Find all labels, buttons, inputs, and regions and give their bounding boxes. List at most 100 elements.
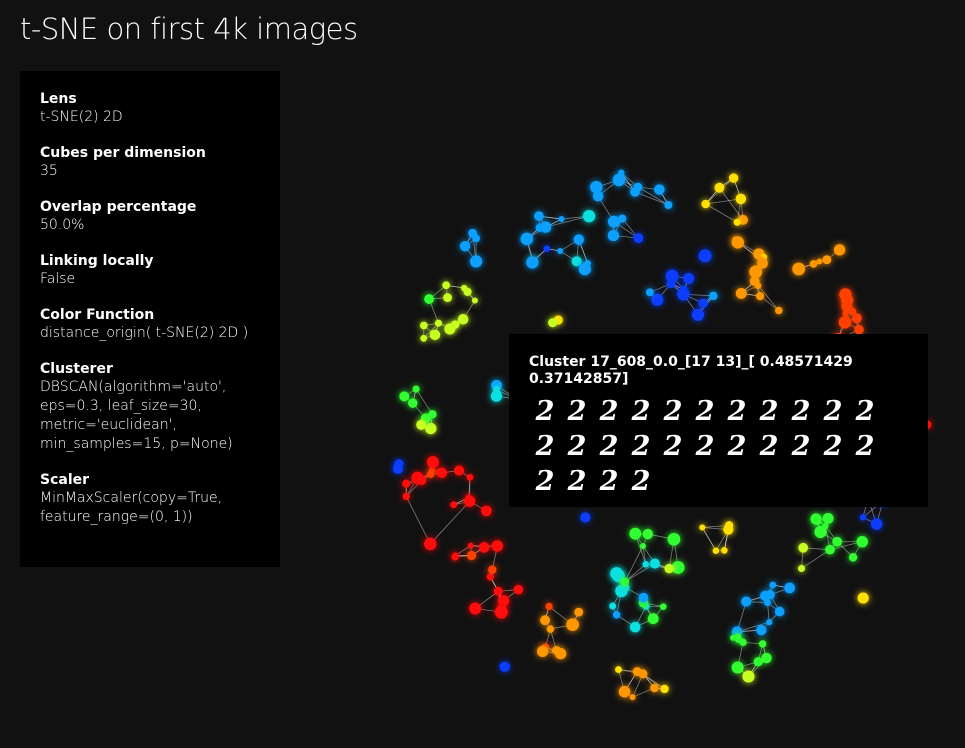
graph-node[interactable] — [629, 621, 641, 633]
graph-node[interactable] — [612, 173, 626, 187]
graph-node[interactable] — [701, 199, 710, 209]
graph-node[interactable] — [839, 288, 852, 301]
graph-node[interactable] — [618, 685, 631, 698]
graph-node[interactable] — [451, 553, 459, 561]
graph-node[interactable] — [733, 218, 741, 226]
graph-node[interactable] — [851, 313, 862, 324]
graph-node[interactable] — [520, 232, 534, 246]
graph-node[interactable] — [699, 524, 706, 531]
graph-node[interactable] — [615, 666, 622, 674]
graph-node[interactable] — [425, 422, 437, 435]
graph-node[interactable] — [856, 535, 868, 548]
graph-node[interactable] — [467, 542, 474, 549]
graph-node[interactable] — [712, 547, 720, 555]
graph-node[interactable] — [822, 255, 832, 265]
graph-node[interactable] — [537, 645, 549, 658]
graph-node[interactable] — [498, 595, 510, 607]
graph-node[interactable] — [491, 540, 504, 552]
graph-node[interactable] — [629, 527, 642, 540]
graph-node[interactable] — [402, 479, 411, 488]
graph-node[interactable] — [469, 255, 483, 268]
graph-node[interactable] — [629, 694, 636, 701]
graph-node[interactable] — [741, 596, 752, 607]
graph-node[interactable] — [590, 180, 603, 194]
graph-node[interactable] — [540, 221, 552, 233]
graph-node[interactable] — [417, 475, 427, 485]
graph-node[interactable] — [761, 652, 772, 664]
graph-node[interactable] — [399, 391, 410, 402]
graph-node[interactable] — [764, 599, 771, 607]
graph-node[interactable] — [642, 561, 650, 568]
graph-node[interactable] — [798, 542, 809, 553]
graph-node[interactable] — [442, 281, 451, 290]
graph-node[interactable] — [671, 561, 685, 574]
graph-node[interactable] — [691, 308, 705, 321]
graph-node[interactable] — [436, 467, 448, 479]
graph-node[interactable] — [607, 229, 620, 242]
graph-node[interactable] — [667, 532, 681, 546]
graph-node[interactable] — [466, 550, 477, 561]
graph-node[interactable] — [526, 256, 539, 269]
graph-node[interactable] — [660, 684, 669, 694]
graph-node[interactable] — [659, 603, 667, 610]
graph-node[interactable] — [454, 465, 465, 476]
graph-node[interactable] — [448, 323, 455, 330]
graph-node[interactable] — [857, 592, 869, 604]
graph-node[interactable] — [677, 288, 690, 301]
graph-node[interactable] — [471, 297, 478, 304]
graph-node[interactable] — [765, 590, 775, 600]
graph-node[interactable] — [638, 669, 648, 679]
graph-node[interactable] — [774, 606, 785, 617]
graph-node[interactable] — [534, 211, 544, 221]
graph-node[interactable] — [731, 661, 744, 674]
graph-node[interactable] — [810, 513, 822, 525]
graph-node[interactable] — [540, 615, 550, 626]
graph-node[interactable] — [488, 565, 497, 574]
graph-node[interactable] — [486, 573, 494, 581]
graph-node[interactable] — [822, 512, 834, 524]
graph-node[interactable] — [493, 586, 503, 596]
graph-node[interactable] — [755, 291, 765, 301]
graph-node[interactable] — [481, 505, 492, 517]
graph-node[interactable] — [618, 214, 627, 223]
graph-node[interactable] — [459, 240, 471, 252]
graph-node[interactable] — [633, 233, 644, 243]
graph-node[interactable] — [450, 501, 458, 509]
graph-node[interactable] — [408, 398, 418, 408]
graph-node[interactable] — [464, 495, 476, 507]
graph-node[interactable] — [429, 329, 441, 341]
graph-node[interactable] — [638, 592, 649, 603]
graph-node[interactable] — [825, 544, 835, 555]
graph-node[interactable] — [612, 611, 621, 619]
graph-node[interactable] — [543, 245, 551, 252]
graph-node[interactable] — [573, 234, 584, 245]
graph-node[interactable] — [620, 577, 630, 587]
graph-node[interactable] — [557, 248, 564, 255]
graph-node[interactable] — [723, 524, 734, 535]
graph-node[interactable] — [739, 638, 747, 647]
graph-node[interactable] — [728, 173, 739, 183]
graph-node[interactable] — [742, 670, 755, 683]
graph-node[interactable] — [402, 492, 410, 501]
graph-node[interactable] — [792, 262, 806, 276]
graph-node[interactable] — [709, 291, 718, 301]
graph-node[interactable] — [651, 293, 664, 306]
graph-node[interactable] — [809, 260, 818, 268]
graph-node[interactable] — [419, 321, 428, 330]
graph-node[interactable] — [513, 584, 524, 595]
graph-node[interactable] — [469, 602, 482, 615]
graph-node[interactable] — [647, 613, 659, 625]
graph-node[interactable] — [566, 618, 579, 632]
graph-node[interactable] — [392, 463, 403, 474]
graph-node[interactable] — [478, 542, 490, 553]
graph-node[interactable] — [426, 456, 439, 469]
graph-node[interactable] — [721, 547, 728, 554]
graph-node[interactable] — [664, 563, 674, 574]
graph-node[interactable] — [714, 182, 725, 193]
graph-node[interactable] — [645, 288, 654, 297]
graph-node[interactable] — [642, 528, 653, 540]
graph-node[interactable] — [580, 512, 591, 523]
graph-node[interactable] — [630, 187, 640, 197]
graph-node[interactable] — [698, 249, 712, 263]
graph-node[interactable] — [766, 619, 773, 626]
